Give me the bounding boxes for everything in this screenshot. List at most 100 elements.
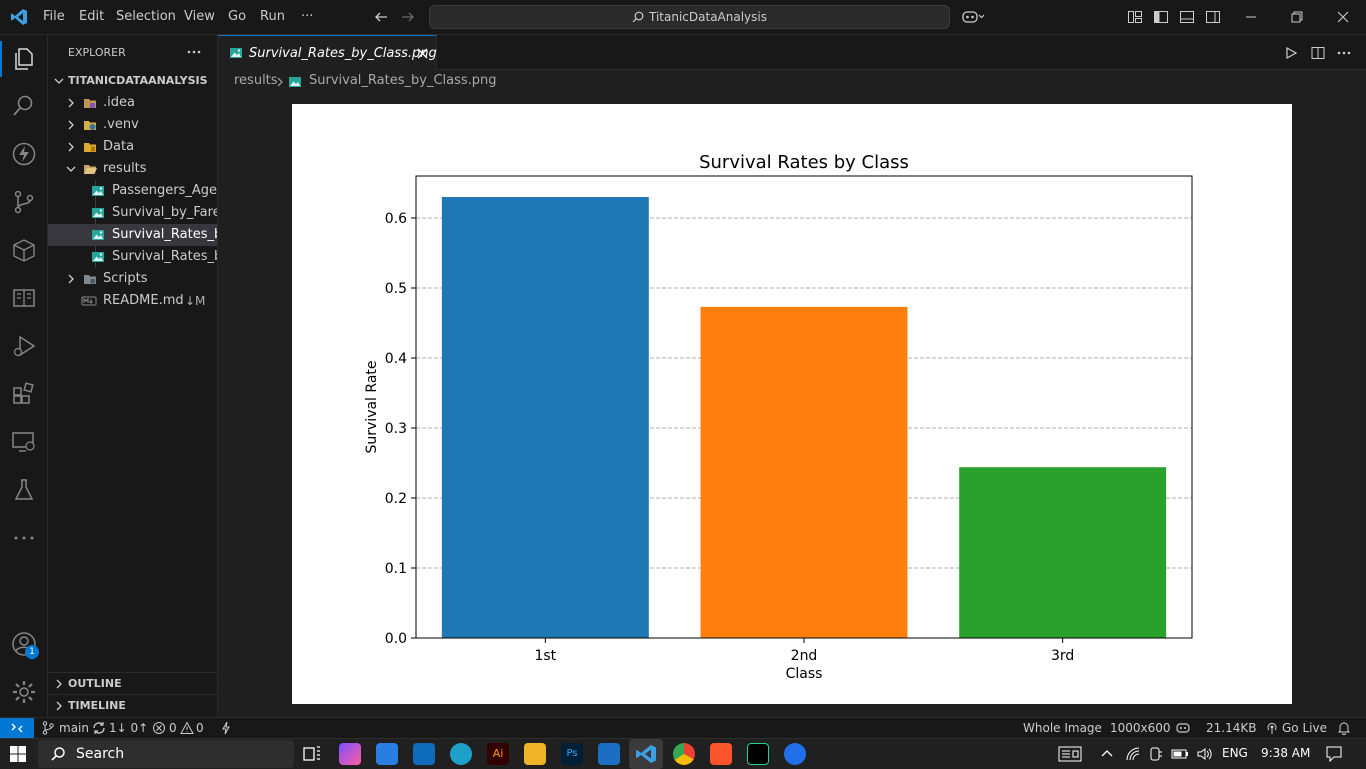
toggle-panel-icon[interactable]: [1179, 9, 1195, 25]
widgets-news-icon[interactable]: [1058, 746, 1082, 762]
search-sidebar-icon[interactable]: [11, 93, 37, 119]
explorer-icon[interactable]: [11, 46, 37, 72]
bluetooth-device-icon[interactable]: [1148, 746, 1164, 762]
lightning-icon[interactable]: [221, 721, 231, 735]
tab-survival-rates[interactable]: Survival_Rates_by_Class.png: [218, 35, 437, 70]
illustrator-icon[interactable]: Ai: [487, 743, 509, 765]
menu-selection[interactable]: Selection: [116, 9, 176, 24]
menu-edit[interactable]: Edit: [79, 9, 104, 24]
extensions-icon[interactable]: [11, 381, 37, 407]
copilot-status-icon[interactable]: [1176, 721, 1190, 735]
remote-indicator[interactable]: [0, 718, 34, 739]
tree-file-survival-rates-class[interactable]: Survival_Rates_b...: [48, 224, 217, 246]
battery-icon[interactable]: [1171, 746, 1189, 762]
copilot-icon[interactable]: [962, 9, 984, 25]
microsoft-store-icon[interactable]: [376, 743, 398, 765]
windows-start-icon[interactable]: [10, 746, 26, 762]
close-window-icon[interactable]: [1335, 9, 1351, 25]
view-mode[interactable]: Whole Image: [1023, 721, 1102, 735]
tree-folder-scripts[interactable]: Scripts: [48, 268, 217, 290]
bar-chart: Survival Rates by Class Survival Rate Cl…: [364, 152, 1193, 682]
file-size: 21.14KB: [1206, 721, 1257, 735]
tree-item-label: results: [103, 161, 147, 176]
menu-more[interactable]: ···: [301, 9, 313, 24]
settings-gear-icon[interactable]: [11, 679, 37, 705]
warning-count[interactable]: 0: [196, 721, 204, 735]
breadcrumb-folder[interactable]: results: [234, 73, 278, 88]
outline-section[interactable]: OUTLINE: [48, 672, 217, 694]
menu-file[interactable]: File: [43, 9, 65, 24]
tree-folder-venv[interactable]: .venv: [48, 114, 217, 136]
y-tick-label: 0.4: [385, 351, 407, 367]
remote-explorer-icon[interactable]: [11, 429, 37, 455]
close-tab-icon[interactable]: [417, 48, 428, 59]
back-arrow-icon[interactable]: [373, 9, 389, 25]
chevron-right-icon: [68, 120, 74, 130]
broadcast-icon: [1267, 722, 1277, 734]
tree-folder-data[interactable]: Data: [48, 136, 217, 158]
chrome-browser-icon[interactable]: [673, 743, 695, 765]
run-debug-icon[interactable]: [11, 333, 37, 359]
book-icon[interactable]: [11, 285, 37, 311]
restore-icon[interactable]: [1289, 9, 1305, 25]
sync-status[interactable]: 1↓ 0↑: [109, 721, 148, 735]
more-actions-icon[interactable]: [1336, 47, 1352, 59]
error-count[interactable]: 0: [169, 721, 177, 735]
notifications-bell-icon[interactable]: [1337, 721, 1351, 735]
command-center[interactable]: TitanicDataAnalysis: [429, 5, 950, 29]
timeline-section[interactable]: TIMELINE: [48, 694, 217, 716]
customize-layout-icon[interactable]: [1127, 9, 1143, 25]
menu-view[interactable]: View: [184, 9, 215, 24]
workspace-root[interactable]: TITANICDATAANALYSIS: [48, 70, 217, 92]
volume-icon[interactable]: [1196, 746, 1212, 762]
image-file-icon: [289, 77, 301, 87]
minimize-icon[interactable]: [1243, 9, 1259, 25]
testing-flask-icon[interactable]: [11, 477, 37, 503]
tree-folder-results[interactable]: results: [48, 158, 217, 180]
wifi-icon[interactable]: [1125, 746, 1141, 762]
copilot-app-icon[interactable]: [339, 743, 361, 765]
brave-browser-icon[interactable]: [710, 743, 732, 765]
lightning-icon[interactable]: [11, 141, 37, 167]
git-branch[interactable]: main: [59, 721, 89, 735]
task-view-icon[interactable]: [301, 743, 323, 765]
vscode-taskbar-icon[interactable]: [635, 743, 657, 765]
tree-file-survival-rates-other[interactable]: Survival_Rates_b...: [48, 246, 217, 268]
tree-file-survival-by-fare[interactable]: Survival_by_Fare...: [48, 202, 217, 224]
tree-item-label: README.md: [103, 293, 184, 308]
edge-browser-icon[interactable]: [450, 743, 472, 765]
title-bar: File Edit Selection View Go Run ··· Tita…: [0, 0, 1366, 35]
scripts-folder-icon: [84, 275, 96, 284]
package-icon[interactable]: [11, 237, 37, 263]
taskbar-search[interactable]: Search: [38, 740, 294, 768]
toggle-secondary-sidebar-icon[interactable]: [1205, 9, 1221, 25]
tree-item-label: Scripts: [103, 271, 148, 286]
tree-file-readme[interactable]: README.md ↓M: [48, 290, 217, 312]
tree-file-passengers-age[interactable]: Passengers_Age...: [48, 180, 217, 202]
menu-go[interactable]: Go: [228, 9, 246, 24]
photoshop-icon[interactable]: Ps: [561, 743, 583, 765]
toggle-primary-sidebar-icon[interactable]: [1153, 9, 1169, 25]
pycharm-icon[interactable]: [747, 743, 769, 765]
markdown-file-icon: [81, 296, 97, 306]
tree-folder-idea[interactable]: .idea: [48, 92, 217, 114]
split-editor-icon[interactable]: [1310, 45, 1326, 61]
notification-center-icon[interactable]: [1325, 745, 1343, 763]
tray-chevron-up-icon[interactable]: [1100, 748, 1114, 758]
clock-time[interactable]: 9:38 AM: [1261, 746, 1310, 760]
breadcrumb-file[interactable]: Survival_Rates_by_Class.png: [309, 73, 497, 88]
source-control-icon[interactable]: [11, 189, 37, 215]
more-actions-icon[interactable]: [186, 47, 202, 57]
file-explorer-icon[interactable]: [524, 743, 546, 765]
language-indicator[interactable]: ENG: [1222, 746, 1248, 760]
menu-run[interactable]: Run: [260, 9, 285, 24]
forward-arrow-icon[interactable]: [400, 9, 416, 25]
search-icon: [632, 11, 644, 23]
more-views-icon[interactable]: [11, 525, 37, 551]
news-app-icon[interactable]: [598, 743, 620, 765]
chevron-down-icon: [54, 78, 64, 84]
outlook-icon[interactable]: [413, 743, 435, 765]
firefox-dev-icon[interactable]: [784, 743, 806, 765]
run-icon[interactable]: [1284, 46, 1298, 60]
go-live-button[interactable]: Go Live: [1282, 721, 1327, 735]
